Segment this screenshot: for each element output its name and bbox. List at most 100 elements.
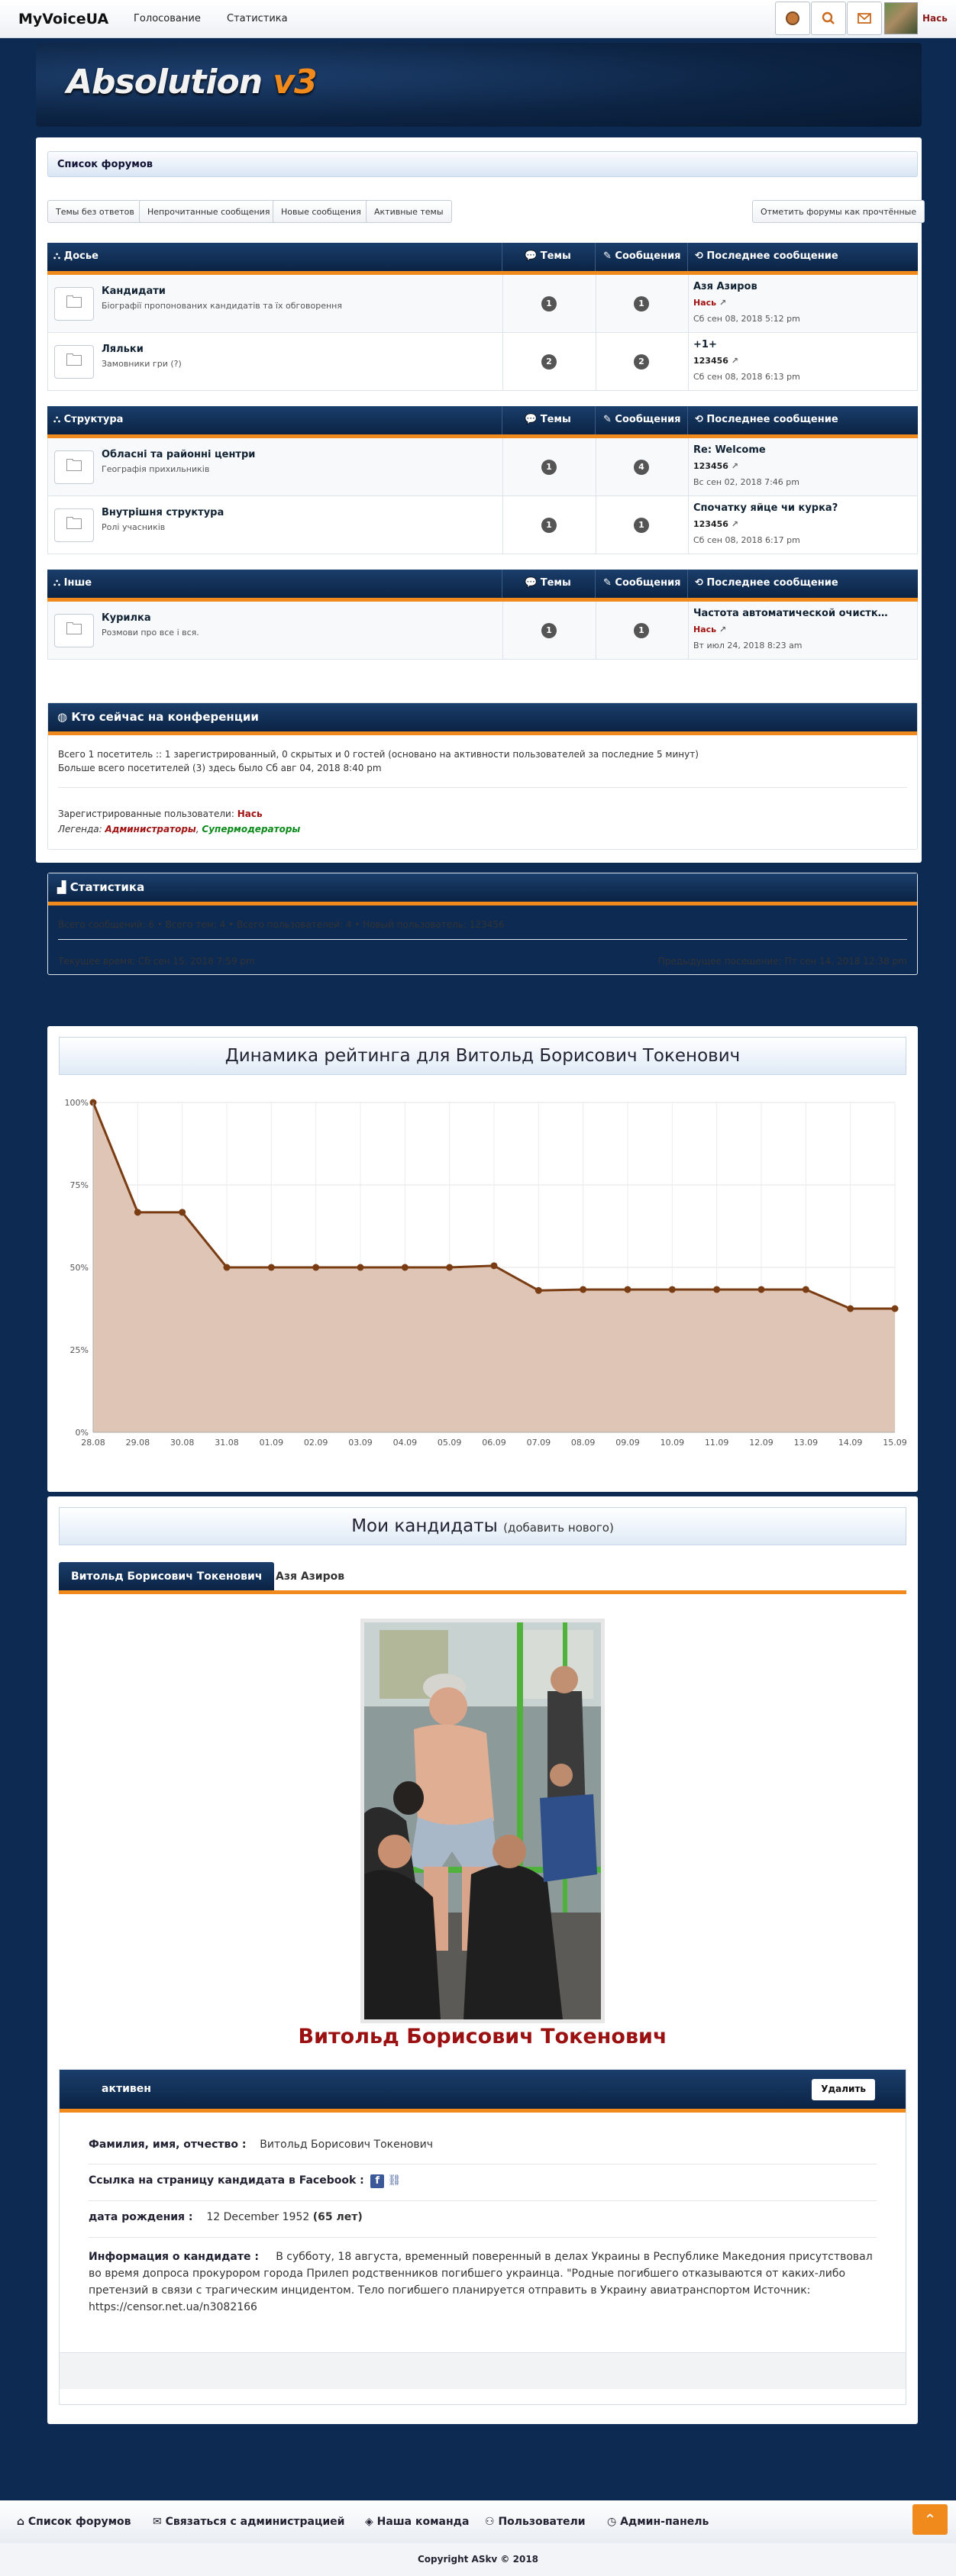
data-point: [179, 1209, 186, 1216]
category-name[interactable]: ⛬ Інше: [53, 577, 92, 589]
folder-icon[interactable]: 🗀: [54, 450, 94, 484]
x-tick-label: 01.09: [260, 1438, 284, 1448]
folder-icon[interactable]: 🗀: [54, 508, 94, 542]
last-post-user[interactable]: Нась ↗: [693, 625, 726, 634]
forum-title[interactable]: Кандидати: [102, 286, 166, 297]
folder-icon[interactable]: 🗀: [54, 345, 94, 379]
statistics-totals: Всего сообщений: 6 • Всего тем: 4 • Всег…: [58, 919, 505, 930]
forum-title[interactable]: Обласні та районні центри: [102, 449, 255, 460]
link-icon[interactable]: ⛓: [388, 2174, 402, 2187]
user-name: Нась: [922, 13, 948, 24]
category-name[interactable]: ⛬ Структура: [53, 414, 123, 425]
quick-link-unread[interactable]: Непрочитанные сообщения: [139, 200, 279, 223]
footer-link-forums[interactable]: ⌂ Список форумов: [17, 2516, 131, 2528]
search-button[interactable]: [811, 2, 846, 35]
col-topics: 💬 Темы: [525, 414, 571, 425]
legend-admins-link[interactable]: Администраторы: [105, 824, 195, 834]
last-post-user[interactable]: 123456 ↗: [693, 356, 738, 366]
forum-desc: Біографії пропонованих кандидатів та їх …: [102, 301, 342, 311]
mark-forums-read-button[interactable]: Отметить форумы как прочтённые: [752, 200, 925, 223]
external-link-icon: ↗: [731, 461, 738, 471]
x-tick-label: 08.09: [571, 1438, 596, 1448]
forum-row: 🗀 Кандидати Біографії пропонованих канди…: [47, 275, 918, 333]
online-user-link[interactable]: Нась: [237, 809, 263, 819]
forum-title[interactable]: Ляльки: [102, 344, 144, 355]
last-post-date: Сб сен 08, 2018 6:13 pm: [693, 372, 800, 382]
category-header-other: ⛬ Інше 💬 Темы ✎ Сообщения ⟲ Последнее со…: [47, 570, 918, 602]
x-tick-label: 05.09: [438, 1438, 462, 1448]
last-post-user[interactable]: 123456 ↗: [693, 461, 738, 471]
theme-button[interactable]: [775, 2, 810, 35]
candidates-panel: Мои кандидаты (добавить нового) Витольд …: [47, 1496, 918, 2424]
rating-chart: 0% 25% 50% 75% 100% 28.08 29.08 30.08 31.08 01.09…: [65, 1098, 907, 1448]
forum-title[interactable]: Внутрішня структура: [102, 507, 224, 518]
current-time: Текущее время: Сб сен 15, 2018 7:59 pm: [58, 956, 255, 967]
last-post-date: Вс сен 02, 2018 7:46 pm: [693, 477, 799, 487]
footer-link-acp[interactable]: ◷ Админ-панель: [607, 2516, 709, 2528]
posts-count: 2: [634, 354, 649, 370]
nav-link-statistics[interactable]: Статистика: [227, 13, 288, 24]
last-post-title[interactable]: Азя Азиров: [693, 281, 757, 292]
user-menu[interactable]: Нась: [884, 2, 956, 35]
registered-users: Зарегистрированные пользователи: Нась: [58, 809, 263, 819]
last-post-date: Сб сен 08, 2018 6:17 pm: [693, 535, 800, 545]
tab-candidate-azirov[interactable]: Азя Азиров: [263, 1562, 357, 1590]
x-tick-label: 09.09: [615, 1438, 640, 1448]
last-post-user[interactable]: 123456 ↗: [693, 519, 738, 529]
nav-link-voting[interactable]: Голосование: [134, 13, 201, 24]
category-name[interactable]: ⛬ Досье: [53, 250, 99, 262]
avatar: [884, 2, 918, 34]
copyright: Copyright ASkv © 2018: [0, 2543, 956, 2576]
y-tick-label: 75%: [70, 1180, 89, 1190]
data-point: [802, 1286, 809, 1293]
brand-link[interactable]: MyVoiceUA: [18, 11, 108, 27]
x-tick-label: 11.09: [705, 1438, 729, 1448]
who-is-online-panel: ◍ Кто сейчас на конференции Всего 1 посе…: [47, 702, 918, 850]
delete-candidate-button[interactable]: Удалить: [812, 2079, 875, 2100]
footer-link-members[interactable]: ⚇ Пользователи: [485, 2516, 586, 2528]
footer-link-team[interactable]: ◈ Наша команда: [365, 2516, 469, 2528]
site-logo[interactable]: Absolution v3: [66, 63, 318, 102]
messages-button[interactable]: [847, 2, 882, 35]
data-point: [490, 1262, 498, 1270]
x-tick-label: 13.09: [794, 1438, 819, 1448]
back-to-top-button[interactable]: ⌃: [912, 2504, 948, 2535]
forum-desc: Розмови про все і вся.: [102, 628, 199, 638]
last-post-title[interactable]: Re: Welcome: [693, 444, 766, 456]
data-point: [713, 1286, 721, 1293]
x-tick-label: 10.09: [660, 1438, 685, 1448]
data-point: [401, 1264, 409, 1271]
external-link-icon: ↗: [719, 298, 727, 308]
y-tick-label: 0%: [76, 1428, 89, 1438]
data-point: [668, 1286, 676, 1293]
quick-link-active[interactable]: Активные темы: [366, 200, 452, 223]
last-post-date: Сб сен 08, 2018 5:12 pm: [693, 314, 800, 324]
last-visit: Предыдущее посещение: Пт сен 14, 2018 12…: [657, 956, 907, 967]
data-point: [891, 1305, 899, 1312]
candidate-card-header: активен Удалить: [60, 2070, 906, 2113]
tab-candidate-tokenovich[interactable]: Витольд Борисович Токенович: [59, 1562, 275, 1590]
data-point: [847, 1305, 854, 1312]
facebook-icon[interactable]: f: [370, 2174, 385, 2188]
col-posts: ✎ Сообщения: [603, 250, 681, 262]
forum-row: 🗀 Ляльки Замовники гри (?) 2 2 +1+ 12345…: [47, 333, 918, 391]
candidate-card: активен Удалить Фамилия, имя, отчество :…: [59, 2069, 906, 2405]
folder-icon[interactable]: 🗀: [54, 287, 94, 321]
last-post-title[interactable]: +1+: [693, 339, 717, 350]
forum-title[interactable]: Курилка: [102, 612, 151, 624]
forum-row: 🗀 Внутрішня структура Ролі учасників 1 1…: [47, 496, 918, 554]
footer-nav: ⌂ Список форумов ✉ Связаться с администр…: [0, 2500, 956, 2543]
quick-link-unanswered[interactable]: Темы без ответов: [47, 200, 143, 223]
legend-mods-link[interactable]: Супермодераторы: [202, 824, 300, 834]
folder-icon[interactable]: 🗀: [54, 614, 94, 647]
last-post-title[interactable]: Частота автоматической очистк…: [693, 608, 888, 619]
footer-link-contact[interactable]: ✉ Связаться с администрацией: [153, 2516, 344, 2528]
last-post-user[interactable]: Нась ↗: [693, 298, 726, 308]
candidate-card-footer: [60, 2352, 906, 2389]
forum-panel: Список форумов Темы без ответов Непрочит…: [36, 137, 925, 975]
last-post-title[interactable]: Спочатку яйце чи курка?: [693, 502, 838, 514]
add-candidate-link[interactable]: (добавить нового): [503, 1521, 614, 1535]
quick-link-new[interactable]: Новые сообщения: [273, 200, 370, 223]
y-tick-label: 25%: [70, 1345, 89, 1355]
data-point: [267, 1264, 275, 1271]
